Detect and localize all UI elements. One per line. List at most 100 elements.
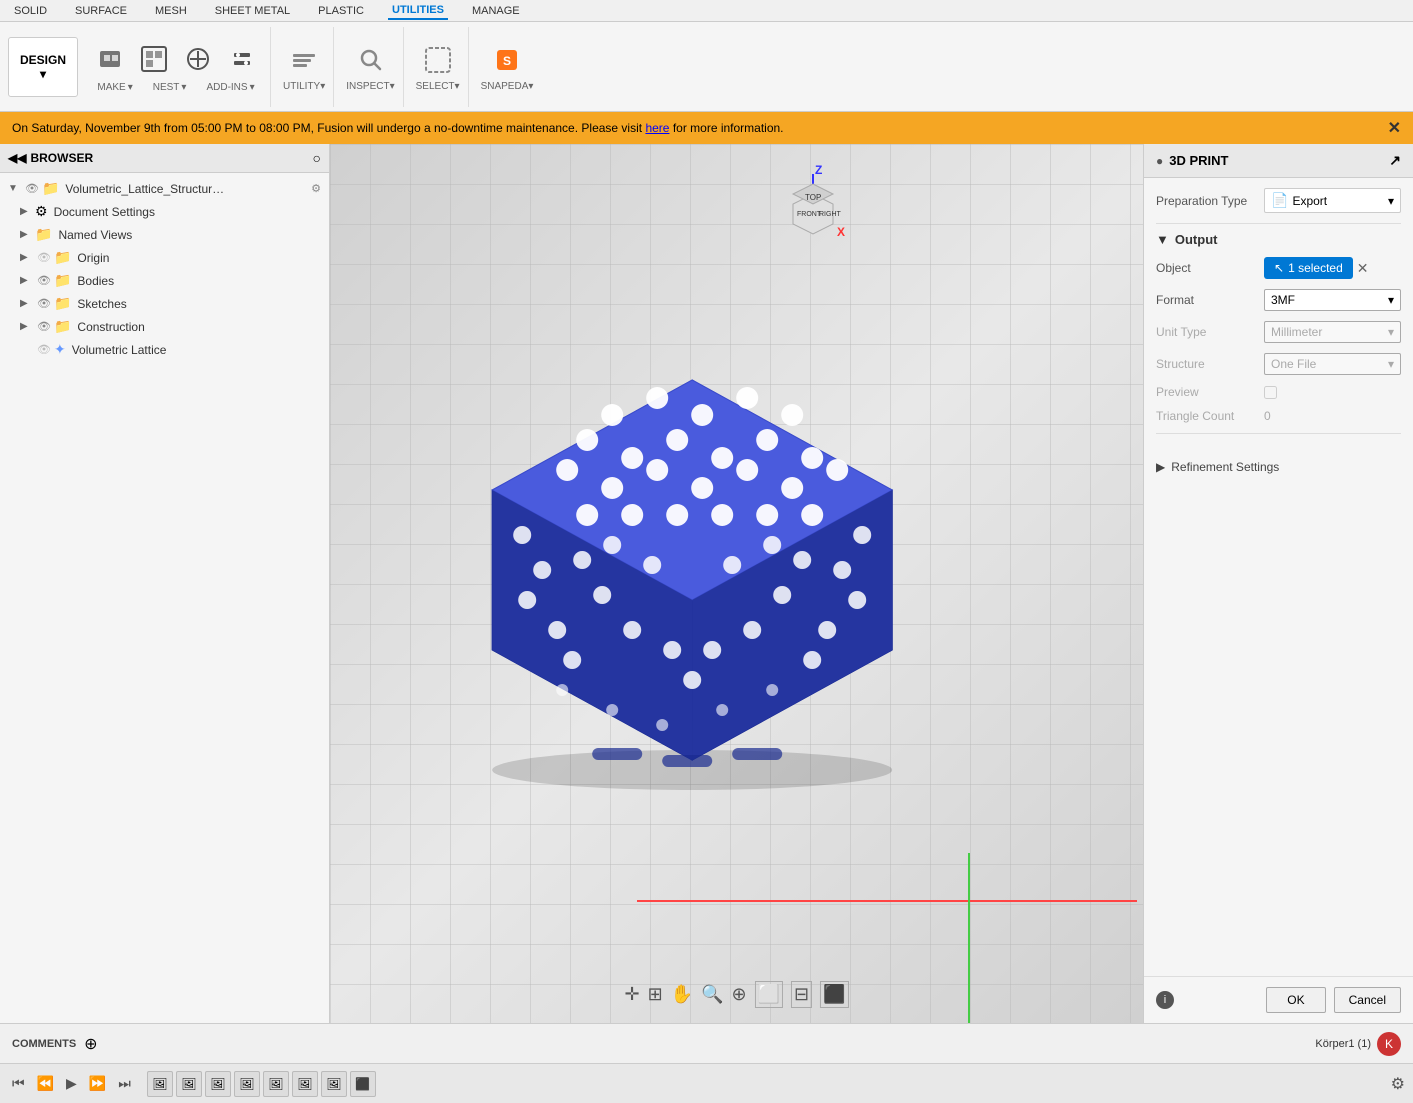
tree-item-origin[interactable]: ▶ 👁 📁 Origin	[0, 246, 329, 269]
browser-panel: ◀◀ BROWSER ○ ▼ 👁 📁 Volumetric_Lattice_St…	[0, 144, 330, 1023]
timeline-item-8[interactable]: ⬛	[350, 1071, 376, 1097]
viewport-display3-icon[interactable]: ⬛	[820, 981, 848, 1008]
menu-mesh[interactable]: MESH	[151, 3, 191, 19]
preview-checkbox[interactable]	[1264, 386, 1277, 399]
timeline-item-4[interactable]: 🖼	[234, 1071, 260, 1097]
menu-surface[interactable]: SURFACE	[71, 3, 131, 19]
nest-label[interactable]: NEST▾	[153, 82, 187, 93]
timeline-settings-icon[interactable]: ⚙	[1391, 1074, 1405, 1094]
utility-label[interactable]: UTILITY▾	[283, 81, 325, 92]
tree-eye-bodies[interactable]: 👁	[37, 274, 51, 287]
tree-eye-vl[interactable]: 👁	[37, 343, 51, 356]
notification-link[interactable]: here	[645, 121, 669, 135]
viewport-copy-icon[interactable]: ⊞	[648, 984, 663, 1005]
selected-count: 1 selected	[1288, 261, 1343, 275]
viewport-move-icon[interactable]: ✛	[624, 984, 639, 1005]
refinement-row[interactable]: ▶ Refinement Settings	[1144, 452, 1413, 482]
timeline-skip-start[interactable]: ⏮	[8, 1073, 29, 1094]
addins-label[interactable]: ADD-INS▾	[206, 82, 254, 93]
info-icon-btn[interactable]: i	[1156, 991, 1174, 1009]
inspect-icon	[354, 44, 386, 76]
format-row: Format 3MF ▾	[1156, 289, 1401, 311]
viewport-pan-icon[interactable]: ✋	[671, 984, 693, 1005]
tree-folder-icon-namedviews: 📁	[35, 226, 52, 243]
timeline-item-1[interactable]: 🖼	[147, 1071, 173, 1097]
timeline-skip-end[interactable]: ⏭	[114, 1073, 135, 1094]
browser-collapse-icon[interactable]: ◀◀	[8, 151, 26, 165]
viewport-display2-icon[interactable]: ⊟	[791, 981, 812, 1008]
main-area: ◀◀ BROWSER ○ ▼ 👁 📁 Volumetric_Lattice_St…	[0, 144, 1413, 1023]
tree-eye-root[interactable]: 👁	[25, 182, 39, 195]
output-section-header[interactable]: ▼ Output	[1156, 232, 1401, 247]
make-label[interactable]: MAKE▾	[97, 82, 132, 93]
tree-item-sketches[interactable]: ▶ 👁 📁 Sketches	[0, 292, 329, 315]
timeline-next[interactable]: ⏩	[85, 1073, 110, 1094]
structure-arrow: ▾	[1388, 357, 1394, 371]
design-button[interactable]: DESIGN ▾	[8, 37, 78, 97]
timeline-item-5[interactable]: 🖼	[263, 1071, 289, 1097]
tree-folder-icon-root: 📁	[42, 180, 59, 197]
select-label[interactable]: SELECT▾	[416, 81, 460, 92]
svg-text:X: X	[837, 225, 845, 239]
refinement-label: Refinement Settings	[1171, 460, 1279, 474]
menu-manage[interactable]: MANAGE	[468, 3, 524, 19]
inspect-label[interactable]: INSPECT▾	[346, 81, 394, 92]
tree-item-root[interactable]: ▼ 👁 📁 Volumetric_Lattice_Structures ... …	[0, 177, 329, 200]
viewport-zoom-icon[interactable]: 🔍	[701, 984, 723, 1005]
format-arrow: ▾	[1388, 293, 1394, 307]
ok-button[interactable]: OK	[1266, 987, 1325, 1013]
inspect-btn[interactable]	[350, 41, 390, 79]
tree-settings-icon[interactable]: ⚙	[311, 182, 321, 195]
addins-tool[interactable]	[178, 40, 218, 78]
unit-type-select[interactable]: Millimeter ▾	[1264, 321, 1401, 343]
menu-plastic[interactable]: PLASTIC	[314, 3, 368, 19]
object-clear-btn[interactable]: ✕	[1357, 260, 1369, 277]
tree-item-namedviews[interactable]: ▶ 📁 Named Views	[0, 223, 329, 246]
timeline-item-2[interactable]: 🖼	[176, 1071, 202, 1097]
tree-eye-construction[interactable]: 👁	[37, 320, 51, 333]
tree-item-docsettings[interactable]: ▶ ⚙ Document Settings	[0, 200, 329, 223]
utility-btn[interactable]	[284, 41, 324, 79]
timeline-prev[interactable]: ⏪	[33, 1073, 58, 1094]
tree-label-namedviews: Named Views	[58, 228, 132, 242]
timeline-item-3[interactable]: 🖼	[205, 1071, 231, 1097]
tree-arrow-construction: ▶	[20, 321, 32, 332]
timeline-item-7[interactable]: 🖼	[321, 1071, 347, 1097]
object-selected-btn[interactable]: ↖ 1 selected	[1264, 257, 1353, 279]
tree-eye-sketches[interactable]: 👁	[37, 297, 51, 310]
structure-label: Structure	[1156, 357, 1256, 371]
viewport-zoomfit-icon[interactable]: ⊕	[732, 984, 747, 1005]
timeline-item-6[interactable]: 🖼	[292, 1071, 318, 1097]
tree-eye-origin[interactable]: 👁	[37, 251, 51, 264]
panel-expand-icon[interactable]: ↗	[1389, 152, 1401, 169]
snapeda-label[interactable]: SNAPEDA▾	[481, 81, 534, 92]
preparation-type-label: Preparation Type	[1156, 194, 1256, 208]
snapeda-btn[interactable]: S	[487, 41, 527, 79]
menu-sheetmetal[interactable]: SHEET METAL	[211, 3, 294, 19]
timeline-items: 🖼 🖼 🖼 🖼 🖼 🖼 🖼 ⬛	[147, 1071, 376, 1097]
tree-item-volumetriclattice[interactable]: ▶ 👁 ✦ Volumetric Lattice	[0, 338, 329, 361]
tree-item-construction[interactable]: ▶ 👁 📁 Construction	[0, 315, 329, 338]
addins-icon	[182, 43, 214, 75]
tree-arrow-namedviews: ▶	[20, 229, 32, 240]
menu-utilities[interactable]: UTILITIES	[388, 2, 448, 20]
timeline-play[interactable]: ▶	[62, 1073, 81, 1094]
viewport[interactable]: Z TOP FRONT RIGHT X ✛ ⊞ ✋ 🔍 ⊕ ⬜ ⊟ ⬛	[330, 144, 1143, 1023]
cancel-button[interactable]: Cancel	[1334, 987, 1401, 1013]
structure-select[interactable]: One File ▾	[1264, 353, 1401, 375]
nav-cube[interactable]: Z TOP FRONT RIGHT X	[773, 164, 853, 252]
make-tool[interactable]	[90, 40, 130, 78]
tree-item-bodies[interactable]: ▶ 👁 📁 Bodies	[0, 269, 329, 292]
viewport-display1-icon[interactable]: ⬜	[755, 981, 783, 1008]
comments-add-icon[interactable]: ⊕	[84, 1034, 97, 1054]
avatar-icon[interactable]: K	[1377, 1032, 1401, 1056]
svg-text:RIGHT: RIGHT	[819, 211, 842, 218]
select-btn[interactable]	[418, 41, 458, 79]
format-select[interactable]: 3MF ▾	[1264, 289, 1401, 311]
utility-tool[interactable]	[222, 40, 262, 78]
menu-solid[interactable]: SOLID	[10, 3, 51, 19]
nest-tool[interactable]	[134, 40, 174, 78]
notification-close[interactable]: ✕	[1388, 118, 1401, 138]
browser-close-icon[interactable]: ○	[313, 150, 321, 166]
preparation-type-select[interactable]: 📄 Export ▾	[1264, 188, 1401, 213]
